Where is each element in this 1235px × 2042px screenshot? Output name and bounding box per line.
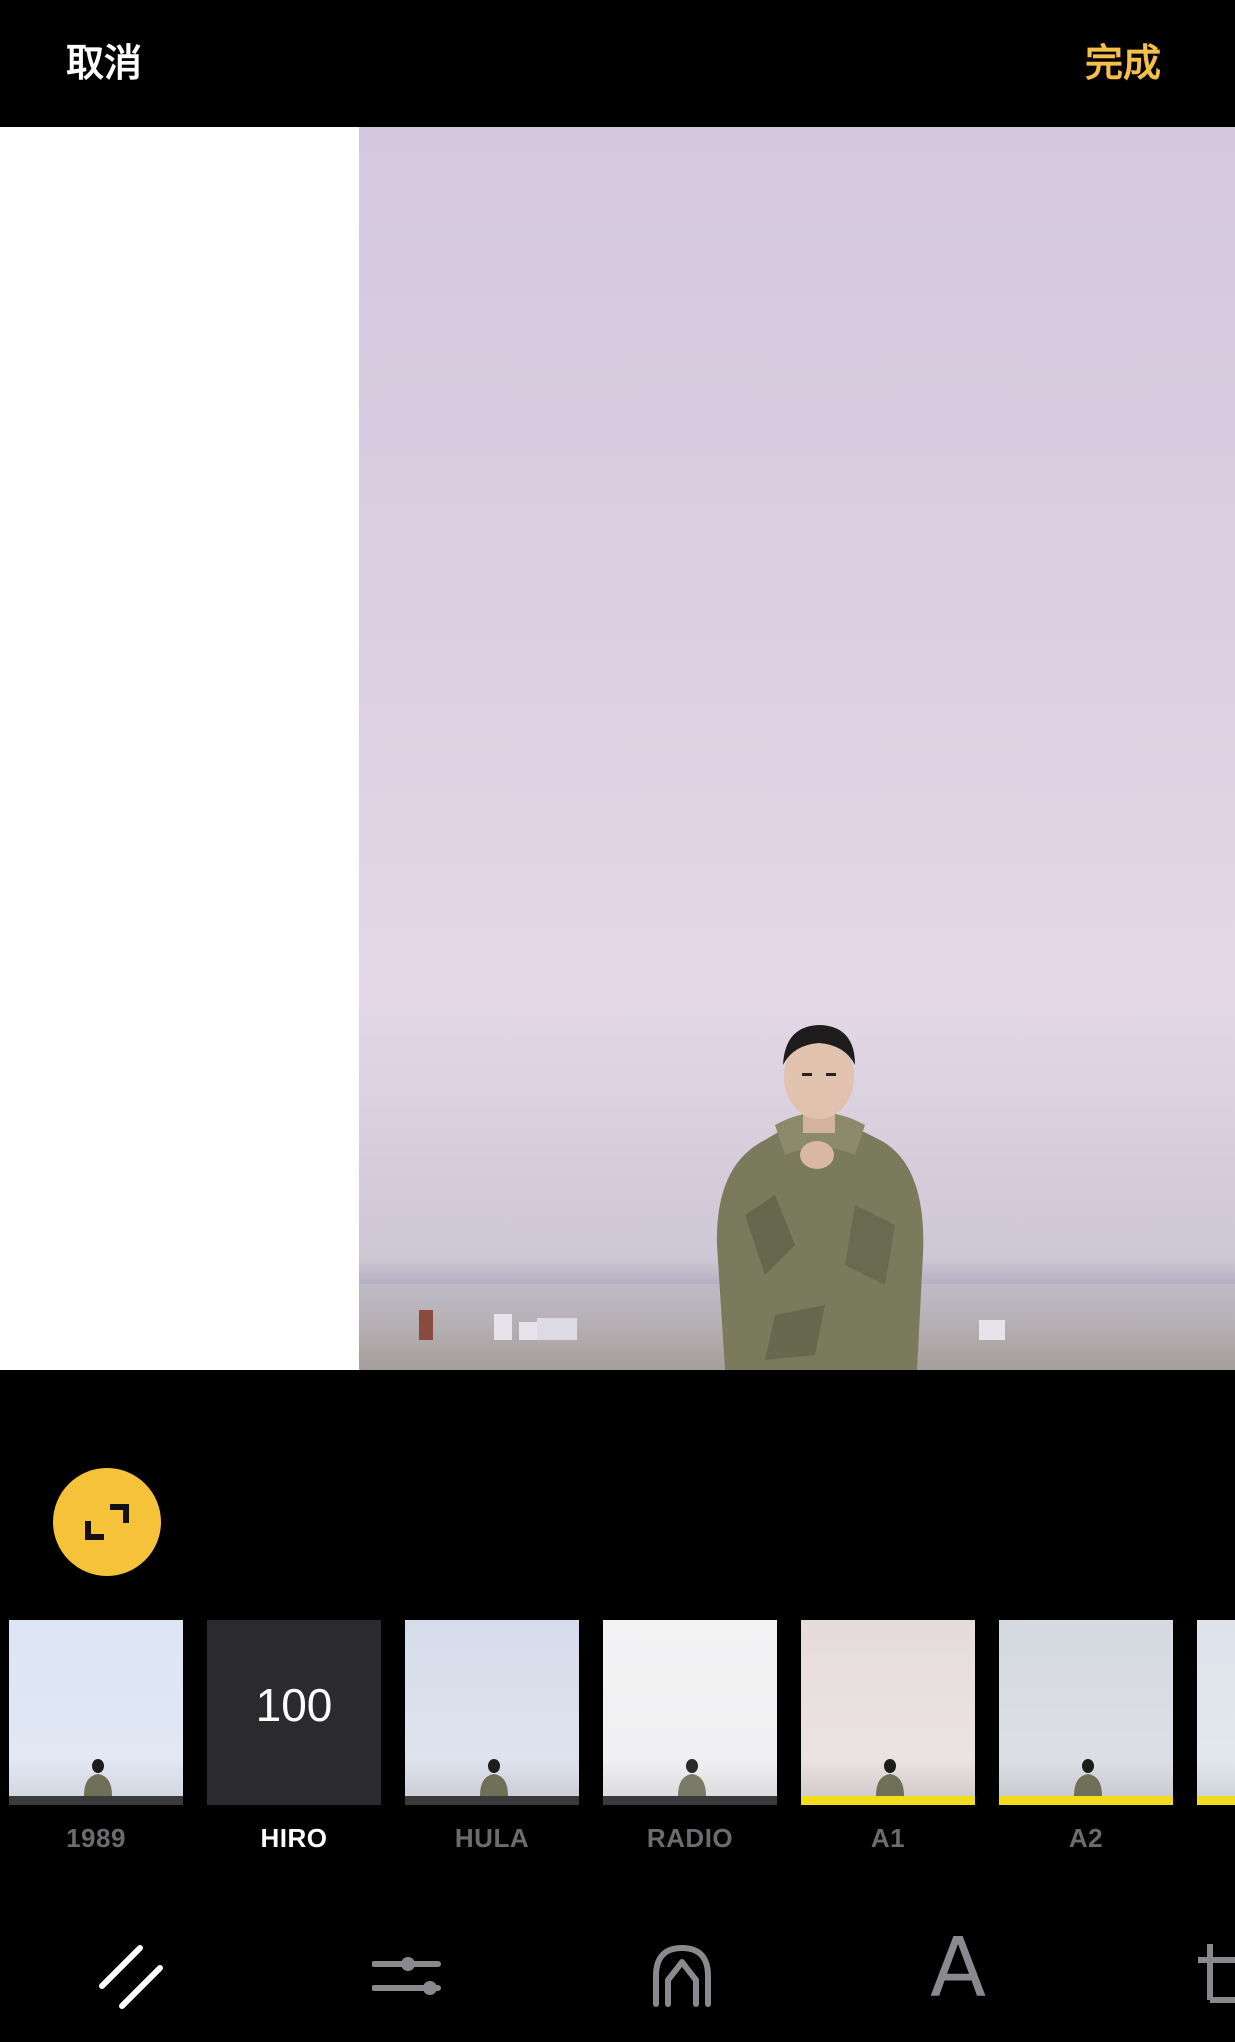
filter-label: A2	[1068, 1823, 1104, 1853]
top-bar: 取消 完成	[0, 0, 1235, 127]
text-A-icon[interactable]: A	[930, 1928, 986, 2010]
filter-intensity[interactable]: 100	[207, 1620, 381, 1805]
aspect-toggle-button[interactable]	[53, 1468, 161, 1576]
filter-thumb-hula[interactable]	[405, 1620, 579, 1805]
filter-label: HIRO	[260, 1823, 328, 1853]
adjust-sliders-icon[interactable]	[372, 1940, 444, 2012]
filter-thumb-a2[interactable]	[999, 1620, 1173, 1805]
filter-label: RADIO	[646, 1823, 734, 1853]
person-figure	[716, 1025, 924, 1370]
crop-partial-icon[interactable]	[1196, 1940, 1235, 2012]
cancel-button[interactable]: 取消	[66, 32, 142, 87]
filter-label: A1	[870, 1823, 906, 1853]
expand-corners-icon	[85, 1504, 129, 1540]
face-retouch-icon[interactable]	[646, 1940, 718, 2012]
filter-thumb-next[interactable]	[1197, 1620, 1235, 1805]
filter-strip: 1989 100 HIRO HULA RADIO A1 A2	[0, 1620, 1235, 1870]
bottom-toolbar: A	[0, 1920, 1235, 2042]
filter-thumb-radio[interactable]	[603, 1620, 777, 1805]
filter-thumb-1989[interactable]	[9, 1620, 183, 1805]
done-button[interactable]: 完成	[1085, 32, 1161, 87]
intensity-value: 100	[255, 1679, 333, 1731]
filter-thumb-a1[interactable]	[801, 1620, 975, 1805]
filter-label: HULA	[454, 1823, 530, 1853]
filter-slash-icon[interactable]	[96, 1940, 168, 2012]
photo-preview[interactable]	[359, 127, 1235, 1370]
filter-label: 1989	[66, 1823, 126, 1853]
filter-thumb-hiro[interactable]: 100	[207, 1620, 381, 1805]
